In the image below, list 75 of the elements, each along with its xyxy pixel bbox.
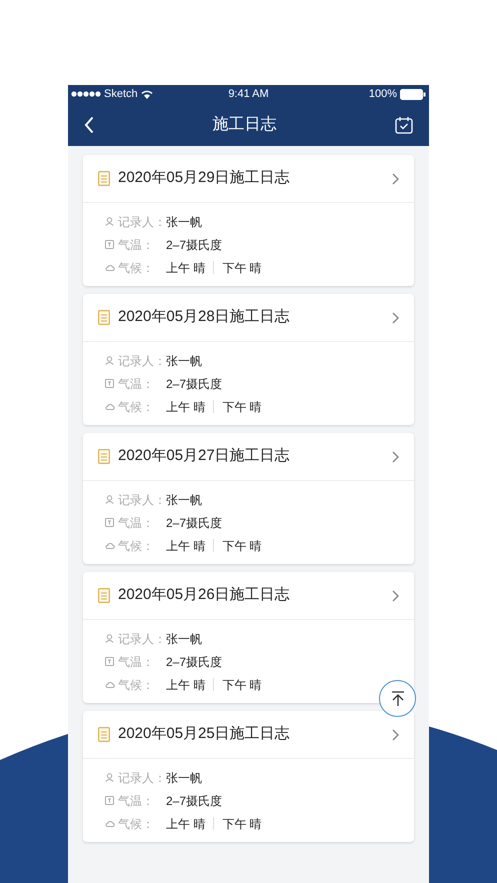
chevron-right-icon <box>392 728 399 740</box>
log-card[interactable]: 2020年05月26日施工日志 记录人：张一帆 气温： 2–7摄氏度 气候： 上午 晴 下午 晴 <box>83 572 414 703</box>
temperature-value: 2–7摄氏度 <box>166 792 222 810</box>
chevron-right-icon <box>392 450 399 462</box>
person-icon <box>105 773 114 782</box>
log-title: 2020年05月27日施工日志 <box>118 446 290 466</box>
log-title: 2020年05月28日施工日志 <box>118 307 290 328</box>
recorder-name: 张一帆 <box>166 214 202 230</box>
document-icon <box>98 588 110 603</box>
carrier-text: Sketch <box>104 86 138 102</box>
calendar-check-icon[interactable] <box>395 116 413 134</box>
temperature-value: 2–7摄氏度 <box>166 514 222 532</box>
person-icon <box>105 495 114 504</box>
clock-text: 9:41 AM <box>228 86 269 102</box>
temperature-label: 气温： <box>118 376 155 392</box>
log-title: 2020年05月26日施工日志 <box>118 585 290 606</box>
recorder-label: 记录人： <box>118 352 166 370</box>
temperature-value: 2–7摄氏度 <box>166 654 222 670</box>
temperature-label: 气温： <box>118 236 155 254</box>
morning-weather: 上午 晴 <box>166 676 206 694</box>
recorder-label: 记录人： <box>118 492 166 508</box>
recorder-name: 张一帆 <box>166 630 202 648</box>
wifi-icon <box>140 90 153 98</box>
recorder-label: 记录人： <box>118 630 166 648</box>
morning-weather: 上午 晴 <box>166 398 206 416</box>
log-card[interactable]: 2020年05月27日施工日志 记录人：张一帆 气温： 2–7摄氏度 气候： 上午 晴 下午 晴 <box>83 433 414 564</box>
cloud-icon <box>105 403 115 410</box>
document-icon <box>98 310 110 325</box>
log-title: 2020年05月29日施工日志 <box>118 168 290 188</box>
temperature-value: 2–7摄氏度 <box>166 236 222 254</box>
chevron-right-icon <box>392 312 399 324</box>
recorder-label: 记录人： <box>118 770 166 786</box>
morning-weather: 上午 晴 <box>166 260 206 276</box>
cloud-icon <box>105 264 115 271</box>
chevron-right-icon <box>392 590 399 602</box>
temperature-label: 气温： <box>118 514 155 532</box>
temperature-label: 气温： <box>118 792 155 810</box>
recorder-name: 张一帆 <box>166 492 202 508</box>
cloud-icon <box>105 542 115 549</box>
recorder-label: 记录人： <box>118 214 166 230</box>
document-icon <box>98 449 110 464</box>
log-title: 2020年05月25日施工日志 <box>118 724 290 744</box>
afternoon-weather: 下午 晴 <box>222 398 262 416</box>
person-icon <box>105 356 114 365</box>
battery-icon <box>400 88 426 100</box>
recorder-name: 张一帆 <box>166 770 202 786</box>
climate-label: 气候： <box>118 676 155 694</box>
log-card[interactable]: 2020年05月25日施工日志 记录人：张一帆 气温： 2–7摄氏度 气候： 上午 晴 下午 晴 <box>83 711 414 842</box>
arrow-up-icon <box>390 690 404 706</box>
document-icon <box>98 171 110 186</box>
climate-label: 气候： <box>118 538 155 554</box>
temperature-value: 2–7摄氏度 <box>166 376 222 392</box>
recorder-name: 张一帆 <box>166 352 202 370</box>
afternoon-weather: 下午 晴 <box>222 816 262 832</box>
page-title: 施工日志 <box>212 114 276 134</box>
chevron-right-icon <box>392 172 399 184</box>
afternoon-weather: 下午 晴 <box>222 676 262 694</box>
back-icon[interactable] <box>84 116 94 134</box>
temperature-label: 气温： <box>118 654 155 670</box>
climate-label: 气候： <box>118 260 155 276</box>
person-icon <box>105 217 114 226</box>
battery-text: 100% <box>368 86 397 102</box>
log-card[interactable]: 2020年05月28日施工日志 记录人：张一帆 气温： 2–7摄氏度 气候： 上午 晴 下午 晴 <box>83 294 414 425</box>
afternoon-weather: 下午 晴 <box>222 538 262 554</box>
morning-weather: 上午 晴 <box>166 538 206 554</box>
climate-label: 气候： <box>118 816 155 832</box>
afternoon-weather: 下午 晴 <box>222 260 262 276</box>
climate-label: 气候： <box>118 398 155 416</box>
cloud-icon <box>105 820 115 827</box>
document-icon <box>98 727 110 742</box>
signal-icon <box>71 91 101 97</box>
log-card[interactable]: 2020年05月29日施工日志 记录人：张一帆 气温： 2–7摄氏度 气候： 上午 晴 下午 晴 <box>83 155 414 286</box>
morning-weather: 上午 晴 <box>166 816 206 832</box>
cloud-icon <box>105 681 115 688</box>
person-icon <box>105 634 114 643</box>
